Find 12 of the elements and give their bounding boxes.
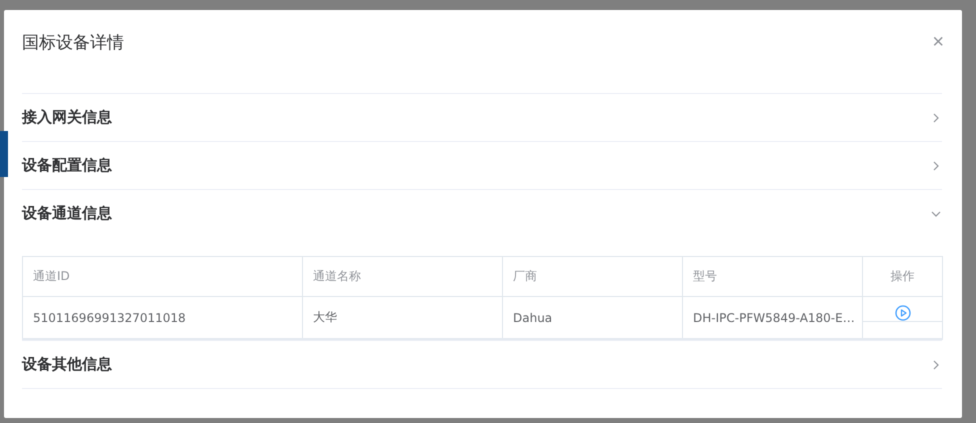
table-cell: 51011696991327011018 bbox=[22, 296, 302, 339]
column-header: 通道名称 bbox=[302, 256, 502, 296]
collapse-header[interactable]: 设备其他信息 bbox=[22, 341, 942, 388]
collapse-header[interactable]: 设备通道信息 bbox=[22, 190, 942, 237]
column-header: 通道ID bbox=[22, 256, 302, 296]
dialog-title: 国标设备详情 bbox=[22, 32, 124, 54]
play-button[interactable] bbox=[894, 305, 910, 321]
column-header: 操作 bbox=[862, 256, 942, 296]
column-header: 厂商 bbox=[502, 256, 682, 296]
column-header: 型号 bbox=[682, 256, 862, 296]
collapse-header[interactable]: 接入网关信息 bbox=[22, 94, 942, 141]
collapse-header[interactable]: 设备配置信息 bbox=[22, 142, 942, 189]
